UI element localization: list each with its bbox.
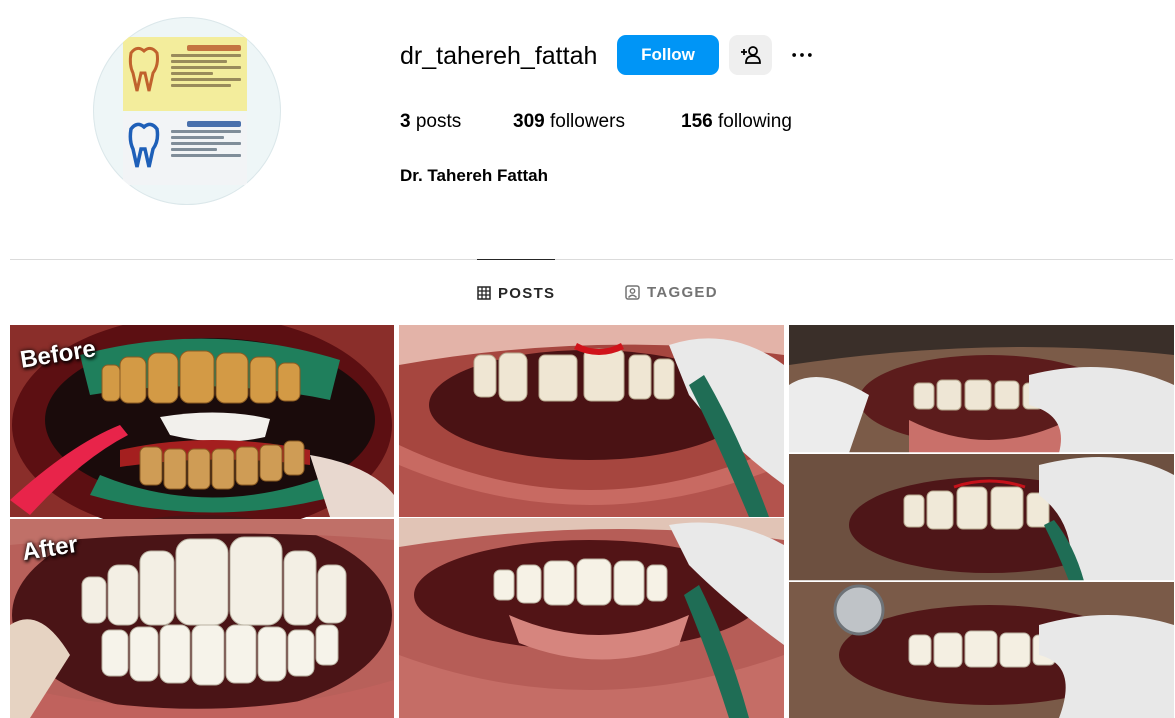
tab-tagged-label: TAGGED xyxy=(647,283,718,301)
tab-posts[interactable]: POSTS xyxy=(477,259,556,326)
posts-count-value: 3 xyxy=(400,111,411,132)
followers-count-label: followers xyxy=(549,111,625,132)
business-card-bottom xyxy=(123,113,247,185)
tooth-logo-icon xyxy=(128,122,160,168)
followers-link[interactable]: 309 followers xyxy=(513,110,681,134)
following-link[interactable]: 156 following xyxy=(681,110,792,134)
tab-tagged[interactable]: TAGGED xyxy=(625,259,718,325)
profile-stats: 3 posts 309 followers 156 following xyxy=(400,110,792,134)
following-count-value: 156 xyxy=(681,111,713,132)
posts-grid: Before After xyxy=(10,325,1174,718)
profile-full-name: Dr. Tahereh Fattah xyxy=(400,166,548,185)
tagged-icon xyxy=(625,284,640,300)
business-card-top xyxy=(123,37,247,111)
tooth-logo-icon xyxy=(128,46,159,92)
posts-count: 3 posts xyxy=(400,110,513,134)
post-2-image xyxy=(399,325,784,718)
followers-count-value: 309 xyxy=(513,111,545,132)
post-3-image xyxy=(789,325,1174,718)
post-thumbnail-1[interactable]: Before After xyxy=(10,325,394,718)
person-add-icon xyxy=(740,46,761,64)
tabs-divider xyxy=(10,259,1173,260)
profile-username: dr_tahereh_fattah xyxy=(400,42,598,70)
tab-posts-label: POSTS xyxy=(498,284,556,302)
posts-count-label: posts xyxy=(415,111,462,132)
post-thumbnail-3[interactable] xyxy=(789,325,1174,718)
following-count-label: following xyxy=(717,111,792,132)
more-horizontal-icon xyxy=(792,53,812,57)
profile-avatar[interactable] xyxy=(93,17,281,205)
post-thumbnail-2[interactable] xyxy=(399,325,784,718)
suggested-accounts-button[interactable] xyxy=(729,35,772,75)
follow-button[interactable]: Follow xyxy=(617,35,719,75)
card-text-lines xyxy=(171,121,241,160)
grid-icon xyxy=(477,286,491,300)
more-options-button[interactable] xyxy=(786,40,818,70)
post-1-image xyxy=(10,325,394,718)
card-text-lines xyxy=(171,45,241,90)
